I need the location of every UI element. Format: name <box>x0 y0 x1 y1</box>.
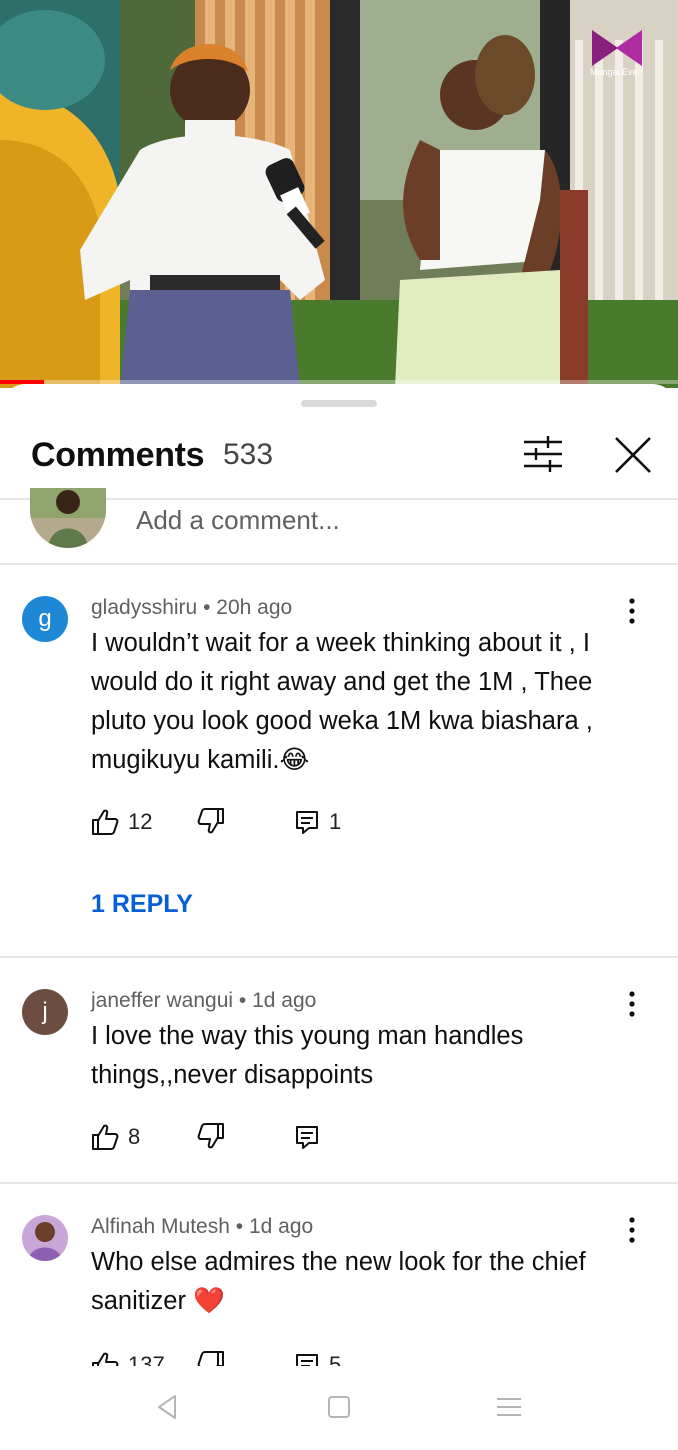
video-frame: Mungai Eve <box>0 0 678 388</box>
close-icon[interactable] <box>612 434 654 476</box>
laughing-emoji: 😂 <box>279 746 310 774</box>
meta-separator: • <box>235 1215 244 1238</box>
comment-meta: janeffer wangui • 1d ago <box>91 989 316 1013</box>
meta-separator: • <box>203 596 211 619</box>
meta-separator: • <box>238 989 247 1012</box>
filter-sliders-icon[interactable] <box>522 434 564 474</box>
video-player[interactable]: Mungai Eve <box>0 0 678 388</box>
comment-time: 1d ago <box>252 989 317 1012</box>
system-navigation-bar <box>0 1366 678 1450</box>
like-button[interactable]: 8 <box>91 1122 140 1152</box>
thumbs-down-icon <box>197 1123 224 1149</box>
more-options-icon[interactable] <box>622 596 642 626</box>
add-comment-row <box>0 488 678 562</box>
comment-actions: 8 <box>91 1122 391 1152</box>
commenter-avatar[interactable]: j <box>22 989 68 1035</box>
thumbs-down-icon <box>197 808 224 834</box>
reply-comment-icon <box>296 811 318 834</box>
comment-time: 20h ago <box>216 596 293 619</box>
like-count: 12 <box>128 809 153 834</box>
back-triangle-icon[interactable] <box>153 1392 183 1422</box>
comment-item: j janeffer wangui • 1d ago I love the wa… <box>0 989 678 1169</box>
comment-text: I wouldn’t wait for a week thinking abou… <box>91 624 631 780</box>
dislike-button[interactable] <box>197 1122 225 1155</box>
user-avatar <box>30 488 106 548</box>
heart-emoji: ❤️ <box>193 1287 225 1315</box>
like-count: 8 <box>128 1124 141 1149</box>
add-comment-divider <box>0 563 678 565</box>
comment-text-content: Who else admires the new look for the ch… <box>91 1248 586 1315</box>
reply-comment-icon <box>296 1126 318 1149</box>
dislike-button[interactable] <box>197 807 225 840</box>
reply-count: 1 <box>329 809 342 834</box>
commenter-avatar[interactable]: g <box>22 596 68 642</box>
comments-sheet: Comments 533 g gladysshiru • 20h ag <box>0 384 678 1450</box>
comment-divider <box>0 1182 678 1184</box>
more-options-icon[interactable] <box>622 989 642 1019</box>
home-square-icon[interactable] <box>324 1392 354 1422</box>
view-replies-link[interactable]: 1 REPLY <box>91 890 193 919</box>
add-comment-input[interactable] <box>136 500 636 540</box>
reply-button[interactable]: 1 <box>294 807 341 837</box>
menu-lines-icon[interactable] <box>494 1392 524 1422</box>
comment-text-content: I wouldn’t wait for a week thinking abou… <box>91 629 593 774</box>
comment-divider <box>0 956 678 958</box>
like-button[interactable]: 12 <box>91 807 152 837</box>
comment-meta: Alfinah Mutesh • 1d ago <box>91 1215 313 1239</box>
comments-count: 533 <box>223 438 274 471</box>
comment-actions: 12 1 <box>91 807 391 837</box>
comment-meta: gladysshiru • 20h ago <box>91 596 292 620</box>
drag-handle[interactable] <box>301 400 377 407</box>
thumbs-up-icon <box>92 1124 119 1150</box>
comment-time: 1d ago <box>248 1215 314 1238</box>
more-options-icon[interactable] <box>622 1215 642 1245</box>
comment-author[interactable]: Alfinah Mutesh <box>91 1215 230 1238</box>
reply-button[interactable] <box>294 1122 329 1152</box>
comments-header: Comments 533 <box>0 424 678 498</box>
comment-author[interactable]: janeffer wangui <box>91 989 233 1012</box>
comments-title: Comments <box>31 436 205 474</box>
comment-item: g gladysshiru • 20h ago I wouldn’t wait … <box>0 596 678 952</box>
comment-author[interactable]: gladysshiru <box>91 596 197 619</box>
commenter-avatar[interactable] <box>22 1215 68 1261</box>
channel-logo-text: Mungai Eve <box>590 67 638 77</box>
thumbs-up-icon <box>92 809 119 835</box>
comment-text: I love the way this young man handles th… <box>91 1022 524 1089</box>
comment-text: Who else admires the new look for the ch… <box>91 1243 631 1321</box>
comment-item: Alfinah Mutesh • 1d ago Who else admires… <box>0 1215 678 1378</box>
